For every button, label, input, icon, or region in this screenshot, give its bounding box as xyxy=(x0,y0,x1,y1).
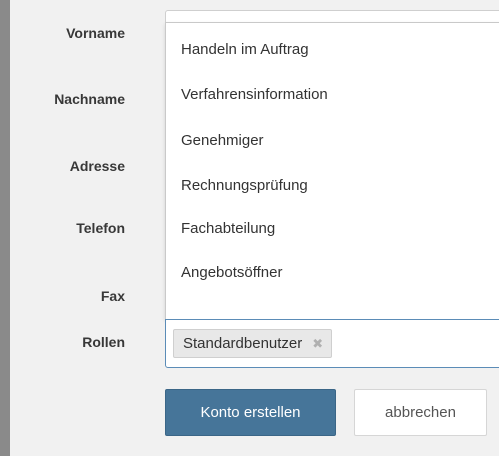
dropdown-option-fachabteilung[interactable]: Fachabteilung xyxy=(181,219,275,239)
label-first-name: Vorname xyxy=(66,25,125,41)
label-roles: Rollen xyxy=(82,334,125,350)
label-last-name: Nachname xyxy=(54,91,125,107)
label-address: Adresse xyxy=(69,158,125,174)
cancel-button[interactable]: abbrechen xyxy=(354,389,487,436)
role-tag-label: Standardbenutzer xyxy=(183,335,303,352)
create-account-button[interactable]: Konto erstellen xyxy=(165,389,336,436)
roles-dropdown-menu: Handeln im Auftrag Verfahrensinformation… xyxy=(165,22,499,319)
roles-select-input[interactable]: Standardbenutzer ✖ xyxy=(165,319,499,368)
dropdown-option-handeln-im-auftrag[interactable]: Handeln im Auftrag xyxy=(181,40,309,60)
dropdown-option-verfahrensinformation[interactable]: Verfahrensinformation xyxy=(181,85,328,105)
role-tag-standardbenutzer: Standardbenutzer ✖ xyxy=(173,329,333,358)
remove-tag-icon[interactable]: ✖ xyxy=(312,336,323,352)
label-phone: Telefon xyxy=(76,220,125,236)
label-fax: Fax xyxy=(100,288,125,304)
dropdown-option-genehmiger[interactable]: Genehmiger xyxy=(181,131,264,151)
left-edge-bar xyxy=(0,0,10,456)
dropdown-option-rechnungspruefung[interactable]: Rechnungsprüfung xyxy=(181,176,308,196)
dropdown-option-angebotsoeffner[interactable]: Angebotsöffner xyxy=(181,263,282,283)
